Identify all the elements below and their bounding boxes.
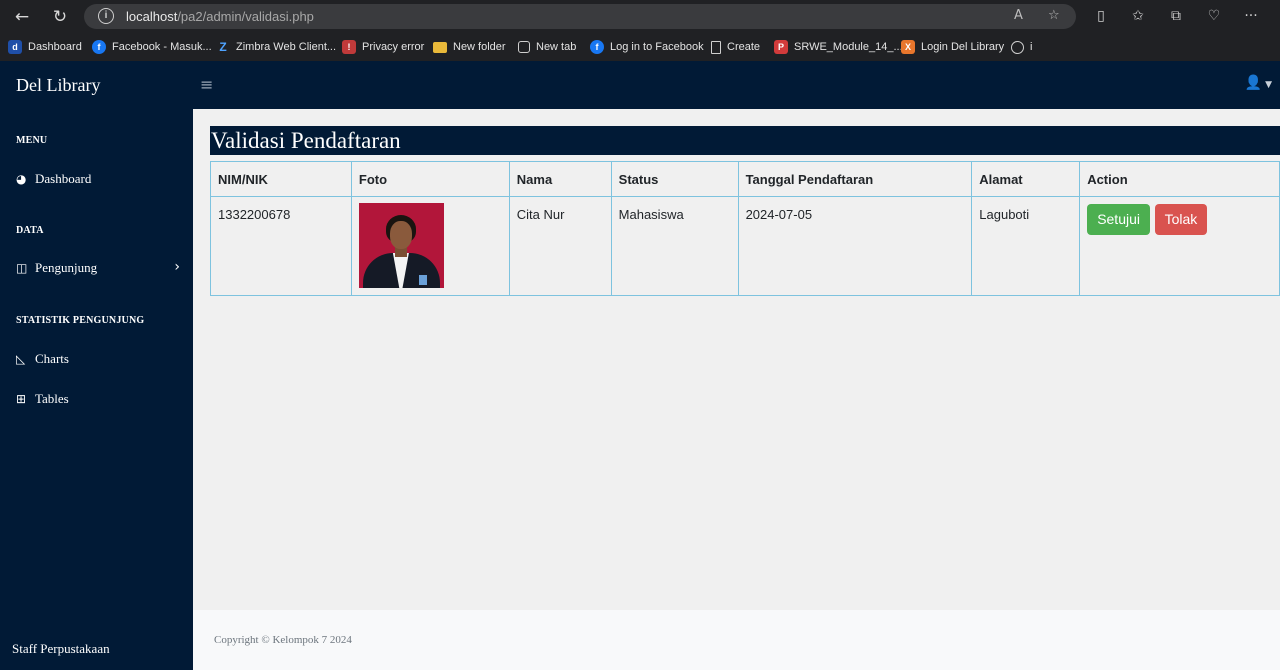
xampp-icon: X: [901, 40, 915, 54]
del-icon: d: [8, 40, 22, 54]
cell-nama: Cita Nur: [508, 196, 612, 296]
browser-toolbar: ← ↻ i localhost/pa2/admin/validasi.php A…: [0, 0, 1280, 33]
cell-nim: 1332200678: [210, 196, 352, 296]
folder-icon: [433, 41, 447, 53]
section-heading-menu: MENU: [16, 135, 48, 146]
page-title: Validasi Pendaftaran: [210, 126, 1280, 155]
cell-tanggal: 2024-07-05: [737, 196, 973, 296]
sidebar-item-label: Charts: [35, 351, 69, 366]
url-text[interactable]: localhost/pa2/admin/validasi.php: [126, 9, 314, 24]
bookmark-login-facebook[interactable]: f Log in to Facebook: [590, 38, 704, 56]
main-content: Validasi Pendaftaran NIM/NIK Foto Nama S…: [193, 109, 1280, 610]
bookmark-label: New folder: [453, 41, 506, 53]
registration-table: NIM/NIK Foto Nama Status Tanggal Pendaft…: [210, 161, 1280, 296]
facebook-icon: f: [590, 40, 604, 54]
bookmark-dashboard[interactable]: d Dashboard: [8, 38, 82, 56]
sidebar-item-label: Pengunjung: [35, 260, 98, 275]
site-info-icon[interactable]: i: [98, 8, 114, 24]
column-header: Alamat: [971, 161, 1081, 197]
column-header: Status: [610, 161, 739, 197]
column-header: Foto: [350, 161, 510, 197]
url-host: localhost: [126, 9, 178, 24]
copyright-text: Copyright © Kelompok 7 2024: [214, 634, 352, 646]
column-header: Nama: [508, 161, 612, 197]
sidebar-item-charts[interactable]: ◺ Charts: [16, 348, 180, 370]
bookmark-label: SRWE_Module_14_...: [794, 41, 903, 53]
cell-status: Mahasiswa: [610, 196, 739, 296]
cell-foto: [350, 196, 510, 296]
bookmark-label: Login Del Library: [921, 41, 1005, 53]
bookmark-label: Create: [727, 41, 761, 53]
favorite-star-icon[interactable]: ☆: [1048, 8, 1060, 23]
bookmark-label: Facebook - Masuk...: [112, 41, 212, 53]
reload-icon[interactable]: ↻: [48, 5, 72, 29]
split-screen-icon[interactable]: ▯: [1090, 6, 1112, 28]
column-header: NIM/NIK: [210, 161, 352, 197]
reject-button[interactable]: Tolak: [1154, 204, 1208, 235]
sidebar-item-label: Dashboard: [35, 171, 92, 186]
document-icon: [711, 40, 721, 54]
bookmark-i[interactable]: i: [1011, 38, 1032, 56]
facebook-icon: f: [92, 40, 106, 54]
section-heading-statistik: STATISTIK PENGUNJUNG: [16, 315, 145, 326]
dashboard-icon: ◕: [16, 171, 27, 186]
student-photo: [358, 203, 444, 288]
page: Del Library MENU ◕ Dashboard DATA ◫ Peng…: [0, 61, 1280, 670]
address-bar[interactable]: i localhost/pa2/admin/validasi.php A ☆: [84, 4, 1076, 29]
user-icon: 👤: [1244, 75, 1263, 91]
page-footer: Copyright © Kelompok 7 2024: [193, 610, 1280, 670]
approve-button[interactable]: Setujui: [1087, 204, 1150, 235]
sidebar-footer-role: Staff Perpustakaan: [12, 641, 110, 656]
read-aloud-icon[interactable]: A: [1014, 8, 1023, 23]
sidebar-item-dashboard[interactable]: ◕ Dashboard: [16, 168, 180, 190]
bookmark-label: Dashboard: [28, 41, 82, 53]
sidebar-item-label: Tables: [35, 391, 69, 406]
tab-icon: [518, 41, 530, 53]
info-icon: [1011, 40, 1024, 54]
bookmark-label: Log in to Facebook: [610, 41, 704, 53]
url-path: /pa2/admin/validasi.php: [177, 9, 314, 24]
extensions-icon[interactable]: ♡: [1203, 6, 1225, 28]
top-navbar: ≡ 👤 ▼: [193, 61, 1280, 109]
bookmark-label: Privacy error: [362, 41, 425, 53]
favorites-icon[interactable]: ✩: [1127, 6, 1149, 28]
bookmark-zimbra[interactable]: Z Zimbra Web Client...: [216, 38, 336, 56]
bookmark-label: i: [1030, 41, 1033, 53]
bookmark-label: Zimbra Web Client...: [236, 41, 337, 53]
bookmark-new-folder[interactable]: New folder: [433, 38, 506, 56]
bookmark-facebook-masuk[interactable]: f Facebook - Masuk...: [92, 38, 212, 56]
bookmark-label: New tab: [536, 41, 577, 53]
table-row: 1332200678 Cita Nur Mahasiswa 2024-07-05…: [210, 196, 1280, 296]
zimbra-icon: Z: [219, 40, 227, 54]
bookmark-create[interactable]: Create: [711, 38, 760, 56]
sidebar-item-tables[interactable]: ⊞ Tables: [16, 388, 180, 410]
columns-icon: ◫: [16, 260, 28, 275]
collections-icon[interactable]: ⧉: [1165, 6, 1187, 28]
table-header-row: NIM/NIK Foto Nama Status Tanggal Pendaft…: [210, 161, 1280, 197]
more-options-icon[interactable]: ···: [1240, 6, 1262, 28]
chevron-right-icon: ›: [174, 259, 180, 275]
bookmark-new-tab[interactable]: New tab: [518, 38, 576, 56]
cell-alamat: Laguboti: [971, 196, 1081, 296]
area-chart-icon: ◺: [16, 351, 26, 366]
table-icon: ⊞: [16, 391, 27, 406]
caret-down-icon: ▼: [1262, 80, 1272, 90]
bookmark-privacy-error[interactable]: ! Privacy error: [342, 38, 424, 56]
bookmark-srwe-module[interactable]: P SRWE_Module_14_...: [774, 38, 903, 56]
pdf-icon: P: [774, 40, 788, 54]
warning-icon: !: [342, 40, 356, 54]
back-icon[interactable]: ←: [10, 5, 34, 29]
section-heading-data: DATA: [16, 225, 44, 236]
bookmarks-bar: d Dashboard f Facebook - Masuk... Z Zimbra …: [0, 33, 1280, 60]
sidebar: Del Library MENU ◕ Dashboard DATA ◫ Peng…: [0, 61, 193, 670]
column-header: Action: [1079, 161, 1280, 197]
sidebar-item-pengunjung[interactable]: ◫ Pengunjung ›: [16, 257, 180, 279]
column-header: Tanggal Pendaftaran: [737, 161, 973, 197]
menu-toggle-icon[interactable]: ≡: [200, 75, 213, 94]
brand-title[interactable]: Del Library: [16, 75, 100, 96]
user-dropdown[interactable]: 👤 ▼: [1245, 75, 1272, 91]
cell-action: Setujui Tolak: [1079, 196, 1280, 296]
bookmark-login-del-library[interactable]: X Login Del Library: [901, 38, 1004, 56]
